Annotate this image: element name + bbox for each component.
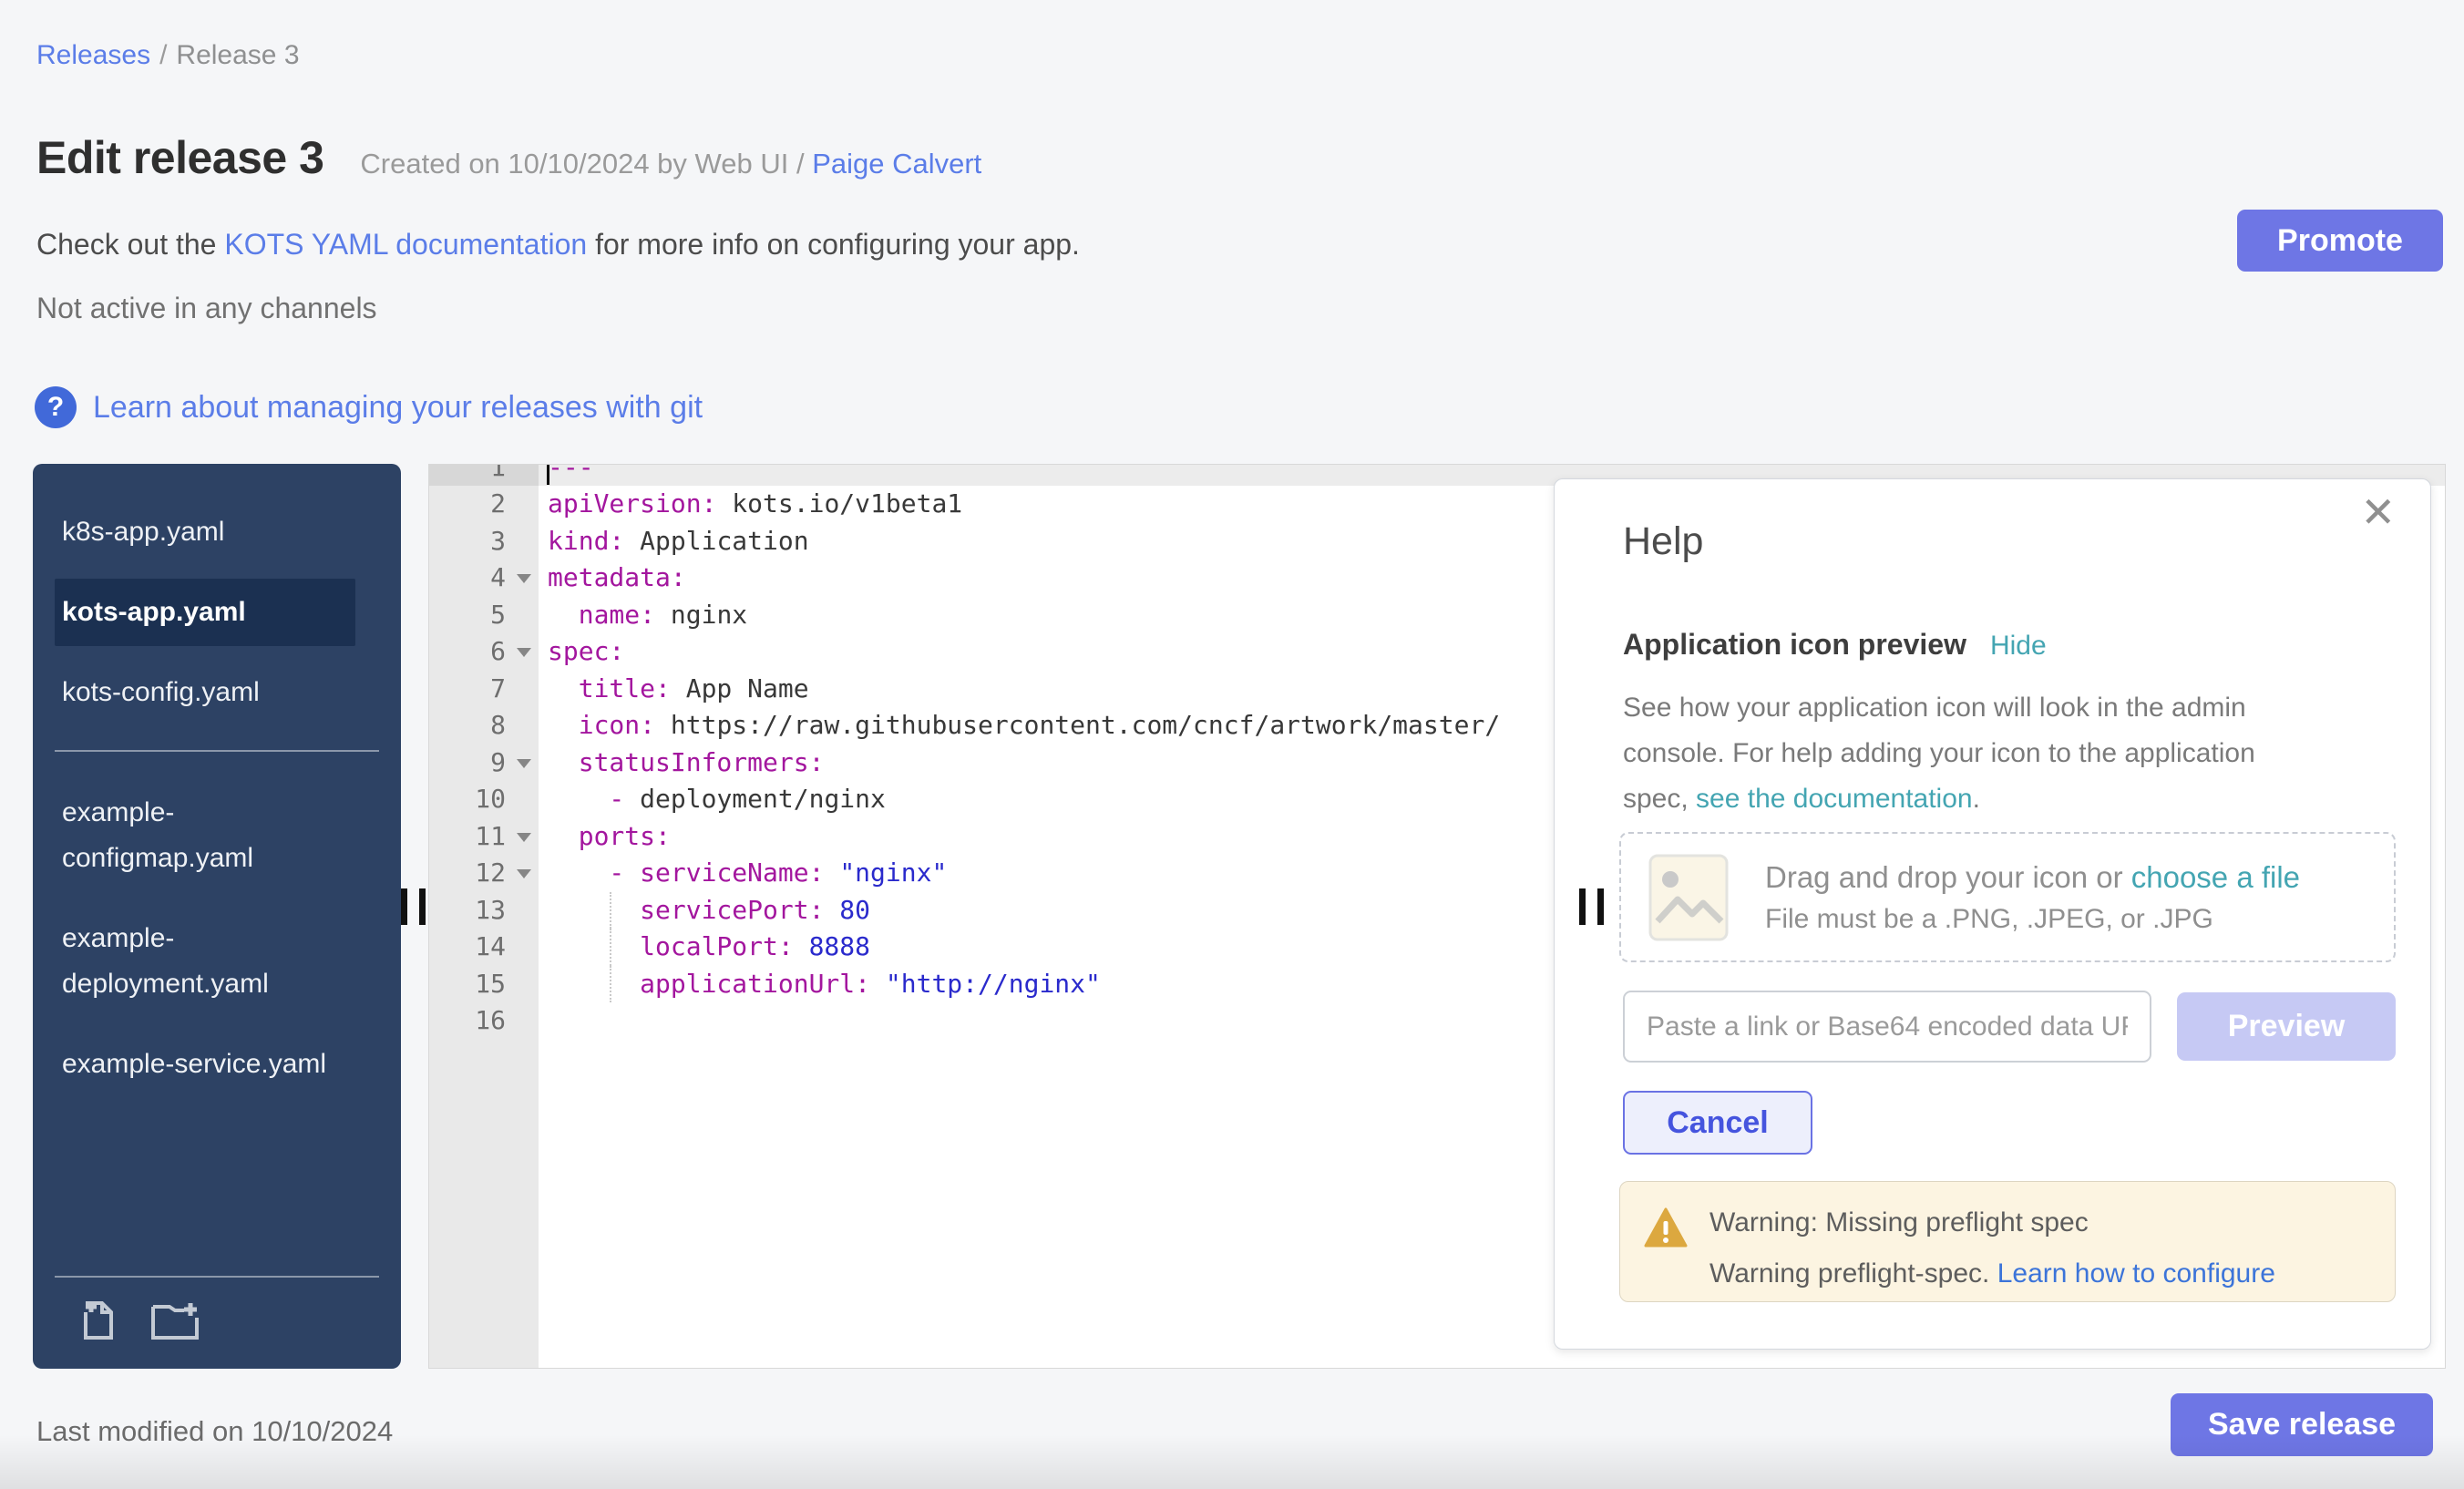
warning-icon	[1644, 1207, 1688, 1249]
breadcrumb-current: Release 3	[176, 40, 299, 70]
created-meta: Created on 10/10/2024 by Web UI / Paige …	[360, 148, 981, 180]
icon-preview-title: Application icon preview	[1623, 628, 1966, 662]
last-modified-text: Last modified on 10/10/2024	[36, 1415, 393, 1448]
fold-arrow-icon[interactable]	[517, 648, 531, 657]
save-release-button[interactable]: Save release	[2171, 1393, 2433, 1456]
cancel-button[interactable]: Cancel	[1623, 1091, 1812, 1155]
file-tree-sidebar: k8s-app.yaml kots-app.yaml kots-config.yam…	[33, 464, 401, 1369]
warning-title: Warning: Missing preflight spec	[1709, 1207, 2275, 1238]
indent-guide	[610, 929, 611, 966]
panel-resize-handle-right[interactable]	[1579, 888, 1607, 925]
dropzone-text: Drag and drop your icon or choose a file	[1765, 860, 2300, 895]
breadcrumb-releases-link[interactable]: Releases	[36, 40, 150, 70]
breadcrumb-separator: /	[159, 40, 167, 70]
configure-preflight-link[interactable]: Learn how to configure	[1997, 1258, 2275, 1289]
sidebar-footer	[33, 1252, 401, 1349]
warning-detail-text: Warning preflight-spec.	[1709, 1258, 1997, 1289]
preflight-warning: Warning: Missing preflight spec Warning …	[1619, 1181, 2396, 1302]
hide-link[interactable]: Hide	[1990, 631, 2047, 662]
close-icon[interactable]: ✕	[2360, 485, 2396, 539]
git-releases-link[interactable]: Learn about managing your releases with …	[93, 390, 703, 426]
breadcrumb: Releases / Release 3	[36, 40, 300, 71]
icon-preview-description: See how your application icon will look …	[1623, 685, 2325, 822]
see-documentation-link[interactable]: see the documentation	[1696, 784, 1973, 814]
image-placeholder-icon	[1648, 854, 1729, 941]
promote-button[interactable]: Promote	[2237, 210, 2443, 272]
docs-pre-text: Check out the	[36, 228, 224, 261]
author-link[interactable]: Paige Calvert	[812, 148, 981, 180]
add-folder-icon[interactable]	[148, 1298, 204, 1343]
help-title: Help	[1623, 519, 2387, 564]
description-period: .	[1973, 784, 1980, 814]
fold-arrow-icon[interactable]	[517, 574, 531, 583]
channel-status: Not active in any channels	[36, 292, 377, 325]
file-item-k8s-app.yaml[interactable]: k8s-app.yaml	[55, 498, 355, 566]
text-cursor	[547, 465, 549, 485]
choose-file-link[interactable]: choose a file	[2131, 860, 2300, 894]
preview-button[interactable]: Preview	[2177, 992, 2396, 1061]
file-list: k8s-app.yaml kots-app.yaml kots-config.yam…	[33, 498, 401, 1098]
file-item-kots-app.yaml[interactable]: kots-app.yaml	[55, 579, 355, 646]
help-panel: ✕ Help Application icon preview Hide See…	[1554, 478, 2431, 1350]
dropzone-pre-text: Drag and drop your icon or	[1765, 860, 2131, 894]
panel-resize-handle-left[interactable]	[401, 888, 428, 925]
docs-line: Check out the KOTS YAML documentation fo…	[36, 228, 1080, 262]
file-item-kots-config.yaml[interactable]: kots-config.yaml	[55, 659, 355, 726]
page-title: Edit release 3	[36, 131, 323, 184]
file-group-divider	[55, 750, 379, 752]
add-file-icon[interactable]	[75, 1298, 120, 1343]
indent-guide	[610, 892, 611, 929]
dropzone-hint: File must be a .PNG, .JPEG, or .JPG	[1765, 904, 2300, 935]
file-item-example-configmap.yaml[interactable]: example-configmap.yaml	[55, 779, 355, 892]
created-text: Created on 10/10/2024 by Web UI /	[360, 148, 804, 180]
file-item-example-deployment.yaml[interactable]: example-deployment.yaml	[55, 905, 355, 1018]
file-item-example-service.yaml[interactable]: example-service.yaml	[55, 1031, 355, 1098]
fold-arrow-icon[interactable]	[517, 759, 531, 768]
fold-arrow-icon[interactable]	[517, 833, 531, 842]
icon-dropzone[interactable]: Drag and drop your icon or choose a file…	[1619, 832, 2396, 962]
docs-post-text: for more info on configuring your app.	[587, 228, 1080, 261]
icon-url-input[interactable]	[1623, 991, 2151, 1063]
help-question-icon: ?	[35, 386, 77, 428]
release-editor-page: Releases / Release 3 Edit release 3 Create…	[0, 0, 2464, 1489]
indent-guide	[610, 966, 611, 1003]
warning-detail: Warning preflight-spec. Learn how to con…	[1709, 1258, 2275, 1289]
fold-arrow-icon[interactable]	[517, 869, 531, 878]
kots-yaml-docs-link[interactable]: KOTS YAML documentation	[224, 228, 587, 261]
